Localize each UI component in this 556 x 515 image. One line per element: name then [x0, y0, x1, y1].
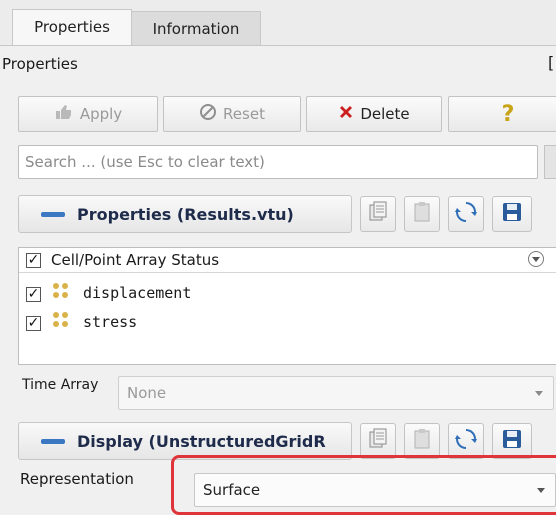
apply-button[interactable]: Apply — [18, 96, 158, 132]
dropdown-arrow-icon — [537, 488, 545, 493]
reset-icon — [199, 103, 217, 125]
tab-divider — [0, 45, 556, 46]
array-status-list: ✓ Cell/Point Array Status ✓ displacement… — [18, 247, 556, 365]
save-icon — [502, 429, 522, 453]
array-item-label: displacement — [83, 284, 192, 302]
tab-properties[interactable]: Properties — [12, 9, 132, 46]
copy-icon — [368, 428, 388, 454]
help-icon: ? — [501, 101, 515, 127]
delete-label: Delete — [360, 105, 410, 123]
reset-button[interactable]: Reset — [163, 96, 301, 132]
refresh-icon — [455, 428, 477, 454]
collapse-icon — [41, 211, 65, 217]
representation-label: Representation — [20, 470, 134, 488]
save-display-button[interactable] — [492, 423, 532, 459]
delete-button[interactable]: Delete — [306, 96, 442, 132]
displacement-checkbox[interactable]: ✓ — [26, 287, 41, 302]
reset-label: Reset — [223, 105, 265, 123]
point-data-icon — [53, 283, 75, 301]
display-group-title: Display (UnstructuredGridR — [77, 431, 326, 451]
properties-group-title: Properties (Results.vtu) — [77, 204, 294, 224]
properties-group-header[interactable]: Properties (Results.vtu) — [18, 195, 352, 233]
expand-circle-icon[interactable] — [528, 251, 544, 267]
tab-bar: Properties Information — [0, 0, 556, 46]
apply-icon — [54, 103, 74, 125]
paste-parameters-button[interactable] — [404, 196, 440, 232]
panel-title: Properties — [2, 55, 78, 73]
delete-icon — [338, 104, 354, 124]
time-array-value: None — [127, 384, 167, 402]
copy-display-button[interactable] — [360, 423, 396, 459]
apply-label: Apply — [79, 105, 123, 123]
representation-value: Surface — [203, 481, 261, 499]
representation-select[interactable]: Surface — [194, 473, 556, 507]
point-data-icon — [53, 312, 75, 330]
paste-icon — [412, 201, 432, 227]
search-options-button[interactable] — [544, 145, 556, 179]
array-status-header-label: Cell/Point Array Status — [51, 251, 220, 269]
stress-checkbox[interactable]: ✓ — [26, 316, 41, 331]
reset-display-button[interactable] — [448, 423, 484, 459]
time-array-label: Time Array — [22, 377, 99, 393]
refresh-icon — [455, 201, 477, 227]
array-item-label: stress — [83, 313, 138, 331]
paste-display-button[interactable] — [404, 423, 440, 459]
reset-to-defaults-button[interactable] — [448, 196, 484, 232]
save-defaults-button[interactable] — [492, 196, 532, 232]
dropdown-arrow-icon — [535, 391, 543, 396]
collapse-icon — [41, 438, 65, 444]
tab-information[interactable]: Information — [131, 11, 261, 46]
panel-title-edge: [ — [548, 53, 555, 72]
search-input[interactable]: Search ... (use Esc to clear text) — [18, 145, 538, 179]
header-checkbox[interactable]: ✓ — [26, 253, 41, 268]
save-icon — [502, 202, 522, 226]
copy-parameters-button[interactable] — [360, 196, 396, 232]
help-button[interactable]: ? — [448, 96, 556, 132]
copy-icon — [368, 201, 388, 227]
paste-icon — [412, 428, 432, 454]
time-array-select[interactable]: None — [118, 376, 554, 410]
